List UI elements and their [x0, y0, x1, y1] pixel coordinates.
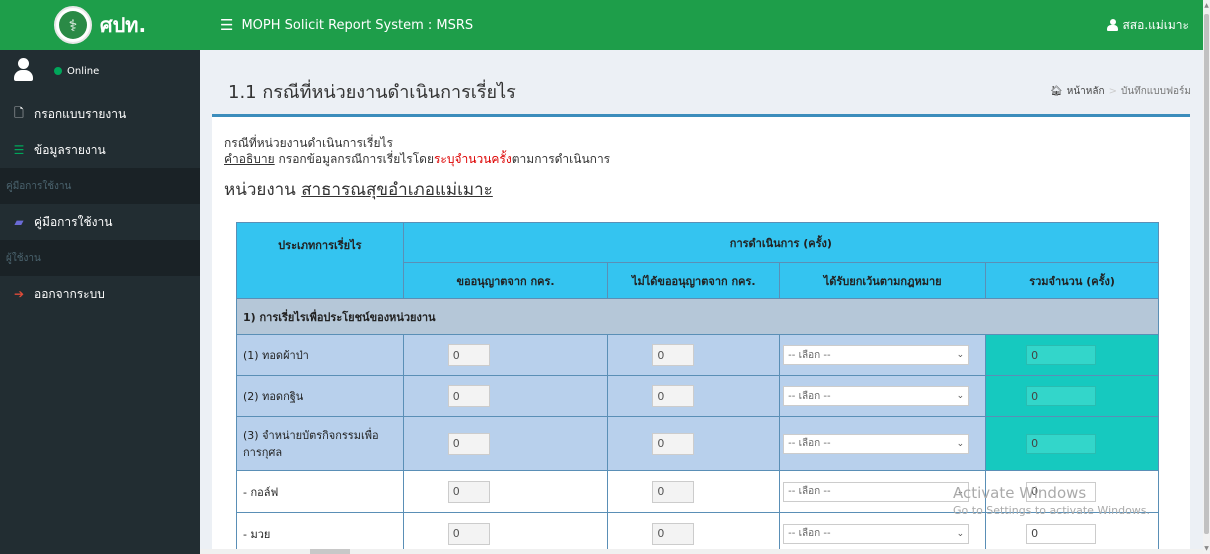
not-approved-input[interactable]: 0	[652, 522, 695, 545]
breadcrumb: 🏠︎ หน้าหลัก > บันทึกแบบฟอร์ม	[1050, 84, 1191, 99]
not-approved-input[interactable]: 0	[652, 344, 695, 366]
unit-prefix: หน่วยงาน	[224, 180, 302, 200]
breadcrumb-home[interactable]: หน้าหลัก	[1067, 84, 1105, 99]
description-label: คำอธิบาย	[224, 152, 275, 166]
chevron-down-icon: ⌄	[956, 391, 965, 401]
approved-input[interactable]: 0	[447, 344, 490, 366]
watermark-line2: Go to Settings to activate Windows.	[953, 504, 1151, 517]
sidebar: ⚕ ศปท. Online 🗋 กรอกแบบรายงาน ☰ ข้อมูลรา…	[0, 0, 200, 554]
sidebar-item-manual[interactable]: ▰ คู่มือการใช้งาน	[0, 204, 200, 240]
unit-title: หน่วยงาน สาธารณสุขอำเภอแม่เมาะ	[224, 176, 493, 203]
exempt-select-value: -- เลือก --	[788, 438, 831, 449]
sidebar-header-user: ผู้ใช้งาน	[0, 240, 200, 276]
table-row: (3) จำหน่ายบัตรกิจกรรมเพื่อการกุศล 0 0 -…	[236, 416, 1159, 471]
exempt-select[interactable]: -- เลือก -- ⌄	[783, 481, 970, 502]
content-header: 1.1 กรณีที่หน่วยงานดำเนินการเรี่ยไร 🏠︎ ห…	[200, 50, 1203, 110]
online-label: Online	[67, 65, 100, 77]
col-approved-header: ขออนุญาตจาก กคร.	[402, 262, 609, 299]
sidebar-item-label: ออกจากระบบ	[34, 286, 105, 301]
user-name: สสอ.แม่เมาะ	[1122, 17, 1189, 32]
exempt-select-value: -- เลือก --	[788, 486, 831, 497]
col-exempt-header: ได้รับยกเว้นตามกฎหมาย	[779, 262, 987, 299]
chevron-down-icon: ⌄	[956, 350, 965, 360]
exempt-select-value: -- เลือก --	[788, 528, 831, 539]
sidebar-item-fill-form[interactable]: 🗋 กรอกแบบรายงาน	[0, 96, 200, 132]
col-total-header: รวมจำนวน (ครั้ง)	[985, 262, 1159, 299]
description-line: คำอธิบาย กรอกข้อมูลกรณีการเรี่ยไรโดยระบุ…	[224, 150, 610, 169]
chevron-down-icon: ⌄	[956, 438, 965, 449]
breadcrumb-separator: >	[1108, 86, 1117, 97]
sidebar-item-logout[interactable]: ➔ ออกจากระบบ	[0, 276, 200, 312]
table-row: (2) ทอดกฐิน 0 0 -- เลือก -- ⌄ 0	[236, 375, 1159, 417]
sidebar-item-report-data[interactable]: ☰ ข้อมูลรายงาน	[0, 132, 200, 168]
scroll-up-arrow-icon[interactable]: ▲	[1203, 2, 1210, 9]
exempt-select[interactable]: -- เลือก -- ⌄	[783, 523, 970, 544]
total-field: 0	[1026, 345, 1097, 365]
windows-activation-watermark: Activate Windows Go to Settings to activ…	[953, 484, 1150, 517]
unit-name: สาธารณสุขอำเภอแม่เมาะ	[301, 180, 493, 200]
sidebar-item-label: คู่มือการใช้งาน	[34, 214, 113, 229]
exempt-select-value: -- เลือก --	[788, 349, 831, 361]
page-title: 1.1 กรณีที่หน่วยงานดำเนินการเรี่ยไร	[228, 82, 516, 103]
row-label: (2) ทอดกฐิน	[236, 375, 404, 417]
approved-input[interactable]: 0	[447, 522, 490, 545]
table-row: - มวย 0 0 -- เลือก -- ⌄ 0	[236, 512, 1159, 554]
sidebar-header-manual: คู่มือการใช้งาน	[0, 168, 200, 204]
approved-input[interactable]: 0	[447, 480, 490, 503]
exempt-select[interactable]: -- เลือก -- ⌄	[783, 386, 970, 406]
user-panel: Online	[0, 50, 200, 96]
approved-input[interactable]: 0	[447, 385, 490, 407]
chevron-down-icon: ⌄	[956, 528, 965, 539]
sign-out-icon: ➔	[13, 287, 25, 301]
list-icon: ☰	[13, 143, 25, 157]
user-avatar-icon	[12, 58, 34, 88]
horizontal-scrollbar[interactable]	[200, 549, 1203, 554]
moph-emblem-icon: ⚕	[53, 6, 92, 44]
scroll-thumb[interactable]	[1204, 14, 1209, 534]
approved-input[interactable]: 0	[447, 432, 490, 455]
logo-text: ศปท.	[99, 13, 147, 37]
status-dot-icon	[54, 67, 62, 75]
breadcrumb-current: บันทึกแบบฟอร์ม	[1120, 86, 1191, 97]
row-label: - กอล์ฟ	[236, 470, 404, 513]
sidebar-item-label: กรอกแบบรายงาน	[34, 106, 127, 121]
description-text-end: ตามการดำเนินการ	[511, 152, 611, 166]
scroll-down-arrow-icon[interactable]: ▼	[1203, 545, 1210, 552]
app-title: MOPH Solicit Report System : MSRS	[241, 17, 474, 33]
home-icon: 🏠︎	[1050, 86, 1063, 97]
watermark-line1: Activate Windows	[953, 484, 1087, 502]
not-approved-input[interactable]: 0	[652, 385, 695, 407]
row-label: (1) ทอดผ้าป่า	[236, 334, 404, 376]
book-icon: ▰	[14, 215, 24, 229]
not-approved-input[interactable]: 0	[652, 480, 695, 503]
online-status: Online	[54, 66, 99, 77]
section-header: 1) การเรี่ยไรเพื่อประโยชน์ของหน่วยงาน	[236, 298, 1159, 335]
description-text: กรอกข้อมูลกรณีการเรี่ยไรโดย	[274, 152, 434, 166]
exempt-select[interactable]: -- เลือก -- ⌄	[783, 433, 970, 454]
user-icon	[1107, 19, 1119, 31]
description-highlight: ระบุจำนวนครั้ง	[433, 152, 512, 166]
row-label: (3) จำหน่ายบัตรกิจกรรมเพื่อการกุศล	[236, 416, 404, 471]
file-icon: 🗋	[14, 105, 24, 120]
col-group-header: การดำเนินการ (ครั้ง)	[402, 222, 1160, 263]
hamburger-menu-icon[interactable]: ☰	[220, 16, 233, 34]
vertical-scrollbar[interactable]: ▲ ▼	[1203, 0, 1210, 554]
row-label: - มวย	[236, 512, 404, 554]
col-type-header: ประเภทการเรี่ยไร	[236, 222, 404, 299]
sidebar-item-label: ข้อมูลรายงาน	[34, 142, 106, 157]
not-approved-input[interactable]: 0	[652, 432, 695, 455]
total-field: 0	[1026, 433, 1097, 454]
hscroll-thumb[interactable]	[310, 549, 350, 554]
logo[interactable]: ⚕ ศปท.	[0, 0, 200, 50]
total-field: 0	[1026, 386, 1097, 406]
exempt-select-value: -- เลือก --	[788, 390, 831, 402]
user-menu[interactable]: สสอ.แม่เมาะ	[1107, 16, 1189, 35]
exempt-select[interactable]: -- เลือก -- ⌄	[783, 345, 970, 365]
total-field: 0	[1026, 523, 1097, 544]
table-row: (1) ทอดผ้าป่า 0 0 -- เลือก -- ⌄ 0	[236, 334, 1159, 376]
top-navbar: ☰ MOPH Solicit Report System : MSRS สสอ.…	[200, 0, 1203, 50]
col-not-approved-header: ไม่ได้ขออนุญาตจาก กคร.	[607, 262, 781, 299]
